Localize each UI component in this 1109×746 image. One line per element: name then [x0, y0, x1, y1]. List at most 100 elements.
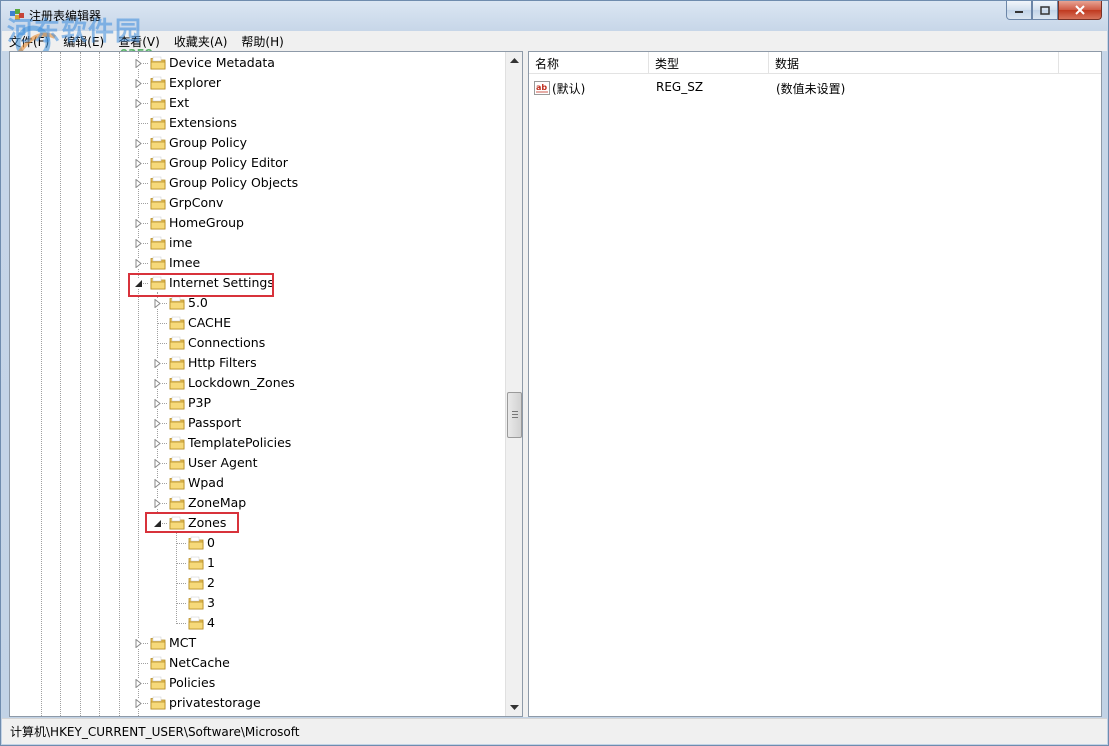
expand-arrow-icon[interactable]	[134, 699, 143, 708]
tree-connector	[138, 123, 148, 124]
tree-node[interactable]: Zones	[10, 513, 500, 533]
value-type: REG_SZ	[656, 80, 704, 94]
folder-icon	[150, 196, 166, 210]
tree-node[interactable]: privatestorage	[10, 693, 500, 713]
tree-node[interactable]: Connections	[10, 333, 500, 353]
list-header: 名称 类型 数据	[529, 52, 1101, 74]
expand-arrow-icon[interactable]	[153, 359, 162, 368]
tree-node[interactable]: TemplatePolicies	[10, 433, 500, 453]
expand-arrow-icon[interactable]	[134, 79, 143, 88]
tree-node[interactable]: Device Metadata	[10, 53, 500, 73]
tree-node[interactable]: 4	[10, 613, 500, 633]
folder-icon	[150, 76, 166, 90]
expand-arrow-icon[interactable]	[153, 379, 162, 388]
folder-icon	[169, 436, 185, 450]
tree-connector	[138, 203, 148, 204]
tree-connector	[176, 543, 186, 544]
folder-icon	[150, 116, 166, 130]
list-item[interactable]: ab (默认) REG_SZ (数值未设置)	[529, 78, 1101, 98]
tree-node[interactable]: 2	[10, 573, 500, 593]
column-name-header[interactable]: 名称	[529, 52, 649, 74]
expand-arrow-icon[interactable]	[134, 179, 143, 188]
scroll-thumb[interactable]	[507, 392, 522, 438]
menu-file[interactable]: 文件(F)	[2, 33, 56, 50]
folder-icon	[188, 576, 204, 590]
expand-arrow-icon[interactable]	[134, 239, 143, 248]
tree-node-label: P3P	[188, 395, 212, 410]
scroll-down-arrow-icon	[510, 704, 519, 710]
tree-node[interactable]: GrpConv	[10, 193, 500, 213]
tree-node[interactable]: ZoneMap	[10, 493, 500, 513]
tree-node[interactable]: Http Filters	[10, 353, 500, 373]
tree-node[interactable]: Explorer	[10, 73, 500, 93]
expand-arrow-icon[interactable]	[153, 419, 162, 428]
expand-arrow-icon[interactable]	[153, 479, 162, 488]
expand-arrow-icon[interactable]	[153, 459, 162, 468]
close-button[interactable]	[1058, 1, 1102, 20]
menu-favorites[interactable]: 收藏夹(A)	[167, 33, 235, 50]
tree-node[interactable]: CACHE	[10, 313, 500, 333]
menu-view[interactable]: 查看(V)	[111, 33, 167, 50]
expand-arrow-icon[interactable]	[153, 399, 162, 408]
expand-arrow-icon[interactable]	[134, 639, 143, 648]
tree-node[interactable]: Wpad	[10, 473, 500, 493]
tree-node[interactable]: Ext	[10, 93, 500, 113]
value-name: (默认)	[552, 82, 586, 96]
tree-node[interactable]: NetCache	[10, 653, 500, 673]
tree-node[interactable]: Extensions	[10, 113, 500, 133]
tree-node[interactable]: 0	[10, 533, 500, 553]
minimize-icon	[1015, 11, 1023, 13]
tree-node[interactable]: 1	[10, 553, 500, 573]
title-bar[interactable]: 注册表编辑器	[1, 1, 1108, 31]
tree-node[interactable]: Imee	[10, 253, 500, 273]
scroll-down-button[interactable]	[506, 699, 522, 716]
tree-vertical-scrollbar[interactable]	[505, 52, 522, 716]
column-data-header[interactable]: 数据	[769, 52, 1059, 74]
folder-icon	[150, 656, 166, 670]
regedit-window: 注册表编辑器 文件(F) 编辑(E) 查看(V) 收藏夹(A) 帮助(H) 河东…	[0, 0, 1109, 746]
tree-node[interactable]: Policies	[10, 673, 500, 693]
svg-text:ab: ab	[536, 83, 547, 92]
folder-icon	[169, 336, 185, 350]
folder-icon	[150, 216, 166, 230]
tree-node-label: Imee	[169, 255, 201, 270]
tree-node[interactable]: MCT	[10, 633, 500, 653]
folder-icon	[188, 616, 204, 630]
expand-arrow-icon[interactable]	[134, 139, 143, 148]
tree-node[interactable]: ime	[10, 233, 500, 253]
tree-node[interactable]: Group Policy Editor	[10, 153, 500, 173]
scroll-up-arrow-icon	[510, 57, 519, 63]
tree-node[interactable]: Group Policy	[10, 133, 500, 153]
expand-arrow-icon[interactable]	[134, 99, 143, 108]
string-value-icon: ab	[534, 81, 550, 95]
expand-arrow-icon[interactable]	[134, 259, 143, 268]
values-list-pane[interactable]: 名称 类型 数据 ab (默认) REG_SZ (数值未设置)	[528, 51, 1102, 717]
tree-node-label: privatestorage	[169, 695, 261, 710]
expand-arrow-icon[interactable]	[153, 499, 162, 508]
expand-arrow-icon[interactable]	[134, 59, 143, 68]
tree-node-label: Group Policy	[169, 135, 247, 150]
tree-node[interactable]: P3P	[10, 393, 500, 413]
expand-arrow-icon[interactable]	[134, 159, 143, 168]
key-tree-pane[interactable]: Device Metadata Explorer Ext Extensions Grou…	[9, 51, 523, 717]
zones-highlight	[145, 512, 239, 533]
scroll-up-button[interactable]	[506, 52, 522, 69]
expand-arrow-icon[interactable]	[134, 679, 143, 688]
menu-edit[interactable]: 编辑(E)	[56, 33, 111, 50]
tree-node[interactable]: 3	[10, 593, 500, 613]
column-type-header[interactable]: 类型	[649, 52, 769, 74]
tree-node[interactable]: Group Policy Objects	[10, 173, 500, 193]
minimize-button[interactable]	[1006, 1, 1032, 20]
expand-arrow-icon[interactable]	[153, 299, 162, 308]
tree-node[interactable]: HomeGroup	[10, 213, 500, 233]
maximize-button[interactable]	[1032, 1, 1058, 20]
expand-arrow-icon[interactable]	[134, 219, 143, 228]
tree-node-label: Group Policy Editor	[169, 155, 288, 170]
expand-arrow-icon[interactable]	[153, 439, 162, 448]
menu-help[interactable]: 帮助(H)	[234, 33, 290, 50]
tree-node-label: GrpConv	[169, 195, 224, 210]
tree-node[interactable]: User Agent	[10, 453, 500, 473]
tree-node[interactable]: Lockdown_Zones	[10, 373, 500, 393]
tree-node[interactable]: Passport	[10, 413, 500, 433]
folder-icon	[169, 396, 185, 410]
